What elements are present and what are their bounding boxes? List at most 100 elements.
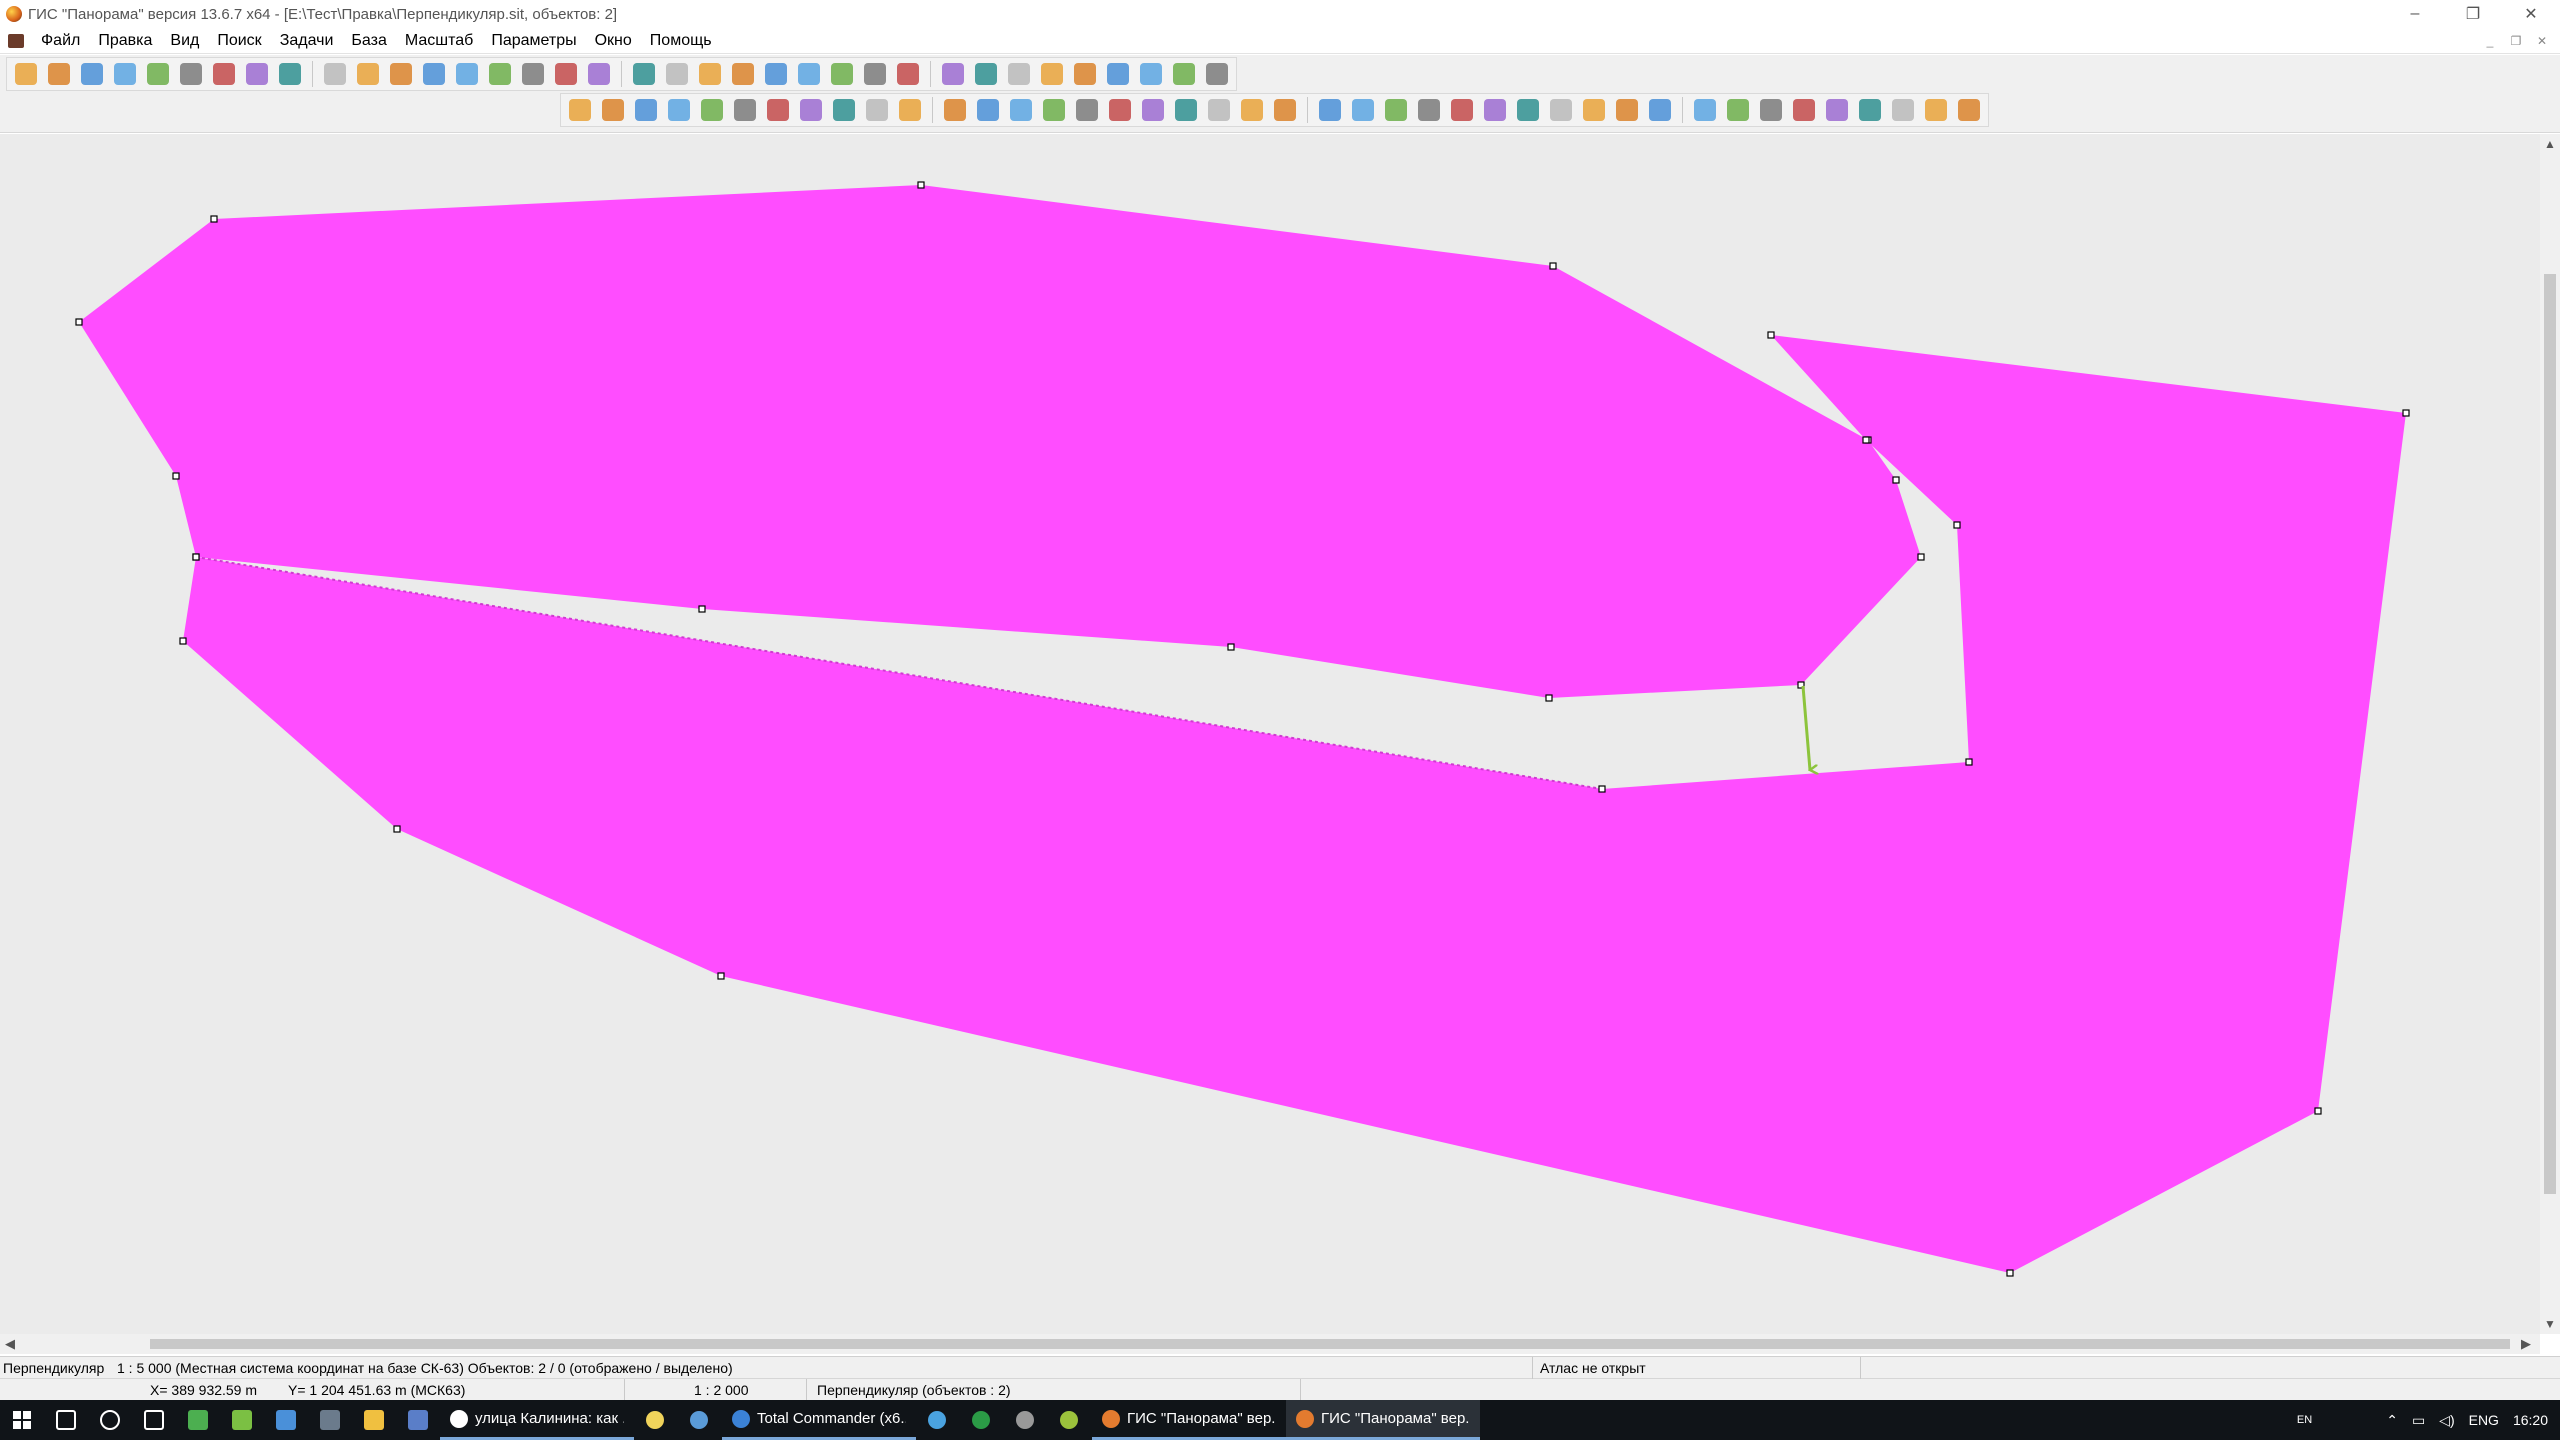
vertex-marker[interactable] <box>1598 785 1606 793</box>
binoculars-button[interactable] <box>242 59 272 89</box>
vertex-marker[interactable] <box>75 318 83 326</box>
zoom-out-button[interactable] <box>662 59 692 89</box>
frame-button[interactable] <box>862 95 892 125</box>
vertical-scroll-thumb[interactable] <box>2544 274 2556 1194</box>
menu-edit[interactable]: Правка <box>89 28 161 54</box>
app-green-taskbar-button[interactable] <box>176 1400 220 1440</box>
vertex-marker[interactable] <box>1767 331 1775 339</box>
vertex-marker[interactable] <box>179 637 187 645</box>
binoculars-gray-button[interactable] <box>353 59 383 89</box>
check-button[interactable] <box>827 59 857 89</box>
vertex-marker[interactable] <box>172 472 180 480</box>
window-grid-button[interactable] <box>1037 59 1067 89</box>
delete-red-button[interactable] <box>1039 95 1069 125</box>
help-pointer-button[interactable] <box>1202 59 1232 89</box>
select-arrow-button[interactable] <box>893 59 923 89</box>
printer-setup-button[interactable] <box>1169 59 1199 89</box>
diamond-button[interactable] <box>1171 95 1201 125</box>
vertex-marker[interactable] <box>210 215 218 223</box>
menu-scale[interactable]: Масштаб <box>396 28 482 54</box>
vertex-marker[interactable] <box>2314 1107 2322 1115</box>
select-objects-button[interactable] <box>565 95 595 125</box>
vertex-marker[interactable] <box>698 605 706 613</box>
tree-button[interactable] <box>1381 95 1411 125</box>
layers-button[interactable] <box>176 59 206 89</box>
view-prev-button[interactable] <box>938 59 968 89</box>
open-map-button[interactable] <box>44 59 74 89</box>
pen-color-button[interactable] <box>1690 95 1720 125</box>
zoom-in-button[interactable] <box>695 59 725 89</box>
pencil-plus2-button[interactable] <box>1921 95 1951 125</box>
scale-1-1-button[interactable] <box>728 59 758 89</box>
vertex-marker[interactable] <box>1892 476 1900 484</box>
edit-path-button[interactable] <box>1447 95 1477 125</box>
star-split-button[interactable] <box>1546 95 1576 125</box>
line-split-button[interactable] <box>1480 95 1510 125</box>
circle-button[interactable] <box>1513 95 1543 125</box>
scissors-blue-button[interactable] <box>1579 95 1609 125</box>
rotate-object-button[interactable] <box>796 95 826 125</box>
vertex-marker[interactable] <box>1545 694 1553 702</box>
horizontal-scrollbar[interactable]: ◀ ▶ <box>0 1334 2540 1354</box>
pencil-object-button[interactable] <box>419 59 449 89</box>
taskbar-task[interactable]: Total Commander (x6... <box>722 1400 916 1440</box>
refresh-green-button[interactable] <box>1006 95 1036 125</box>
menu-help[interactable]: Помощь <box>641 28 721 54</box>
edit-line-button[interactable] <box>631 95 661 125</box>
taskbar-task[interactable] <box>678 1400 722 1440</box>
vertex-marker[interactable] <box>1965 758 1973 766</box>
doc-close-button[interactable]: ✕ <box>2532 32 2552 50</box>
vertex-marker[interactable] <box>393 825 401 833</box>
app-arrow-taskbar-button[interactable] <box>220 1400 264 1440</box>
task-view-taskbar-button[interactable] <box>132 1400 176 1440</box>
pen-vertex-button[interactable] <box>697 95 727 125</box>
pen-save-button[interactable] <box>973 95 1003 125</box>
arrow-right-button[interactable] <box>1204 95 1234 125</box>
screen-button[interactable] <box>794 59 824 89</box>
doc-restore-button[interactable]: ❐ <box>2506 32 2526 50</box>
taskbar-task[interactable] <box>1004 1400 1048 1440</box>
minimize-button[interactable]: – <box>2386 0 2444 28</box>
map-svg[interactable] <box>0 134 2540 1334</box>
vertex-marker[interactable] <box>1953 521 1961 529</box>
vertex-marker[interactable] <box>1227 643 1235 651</box>
pen-draw-button[interactable] <box>940 95 970 125</box>
taskbar-task[interactable]: ГИС "Панорама" вер... <box>1092 1400 1286 1440</box>
pen-blue-button[interactable] <box>1138 95 1168 125</box>
lightning-button[interactable] <box>629 59 659 89</box>
restore-button[interactable]: ❐ <box>2444 0 2502 28</box>
binoculars-dots2-button[interactable] <box>1888 95 1918 125</box>
diamond-blue-button[interactable] <box>1645 95 1675 125</box>
vertex-marker[interactable] <box>2402 409 2410 417</box>
copy-object-button[interactable] <box>598 95 628 125</box>
globe-color-button[interactable] <box>584 59 614 89</box>
pencil-move2-button[interactable] <box>1954 95 1984 125</box>
search-taskbar-button[interactable] <box>44 1400 88 1440</box>
window-tile-button[interactable] <box>1004 59 1034 89</box>
scroll-left-button[interactable]: ◀ <box>0 1334 20 1354</box>
legend-button[interactable] <box>209 59 239 89</box>
arrow-back-button[interactable] <box>860 59 890 89</box>
target-button[interactable] <box>1756 95 1786 125</box>
globe-refresh-button[interactable] <box>110 59 140 89</box>
perpendicular-arrow[interactable] <box>1801 685 1810 770</box>
list-button[interactable] <box>386 59 416 89</box>
vertex-marker[interactable] <box>1862 436 1870 444</box>
show-hidden-icons-icon[interactable]: ⌃ <box>2386 1412 2398 1429</box>
taskbar-task[interactable]: ГИС "Панорама" вер... <box>1286 1400 1480 1440</box>
menu-tasks[interactable]: Задачи <box>271 28 343 54</box>
arrow-gray-button[interactable] <box>1237 95 1267 125</box>
pencil-delete-button[interactable] <box>551 59 581 89</box>
start-button[interactable] <box>0 1400 44 1440</box>
delete-frame-button[interactable] <box>1072 95 1102 125</box>
map-canvas[interactable] <box>0 134 2540 1334</box>
pencil-plus-button[interactable] <box>485 59 515 89</box>
vertex-marker[interactable] <box>192 553 200 561</box>
cortana-taskbar-button[interactable] <box>88 1400 132 1440</box>
vertex-marker[interactable] <box>1549 262 1557 270</box>
vertex-marker[interactable] <box>917 181 925 189</box>
screen-edit-button[interactable] <box>763 95 793 125</box>
copy-frame-button[interactable] <box>829 95 859 125</box>
gray-box-button[interactable] <box>1789 95 1819 125</box>
language-indicator[interactable]: ENG <box>2469 1412 2499 1428</box>
